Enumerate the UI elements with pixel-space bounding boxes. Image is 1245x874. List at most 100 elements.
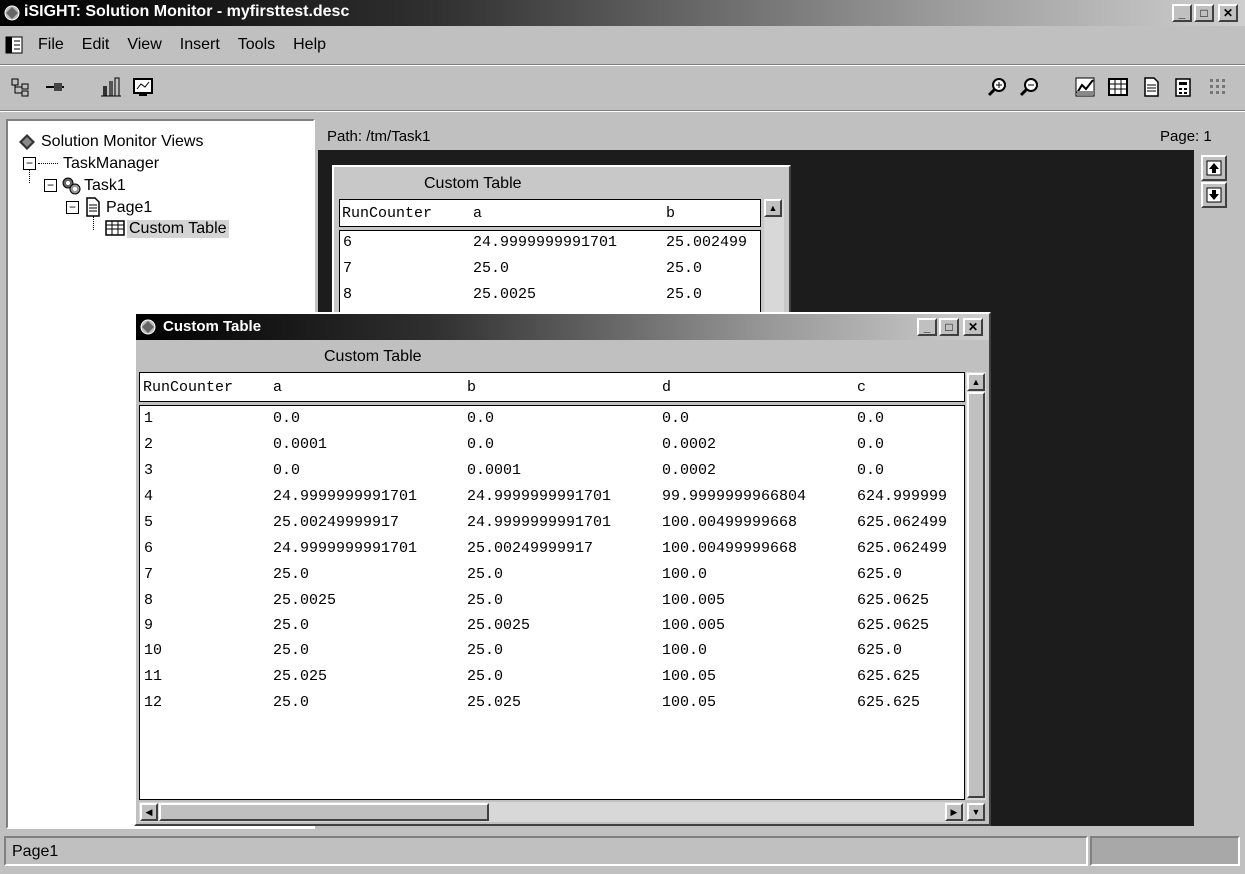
tree-root-label[interactable]: Solution Monitor Views [41, 133, 203, 151]
table-cell: 0.0 [857, 410, 885, 427]
document-icon[interactable] [1140, 76, 1162, 98]
page-up-button[interactable] [1201, 155, 1227, 181]
scroll-up-button[interactable]: ▲ [967, 373, 985, 391]
table-cell: 24.9999999991701 [473, 234, 618, 251]
menu-edit[interactable]: Edit [82, 36, 110, 54]
table-row[interactable]: 1 0.0 0.0 0.0 0.0 [140, 410, 964, 436]
horizontal-scroll-thumb[interactable] [159, 803, 489, 821]
table-row[interactable]: 6 24.9999999991701 25.002499 [340, 234, 760, 260]
taskmanager-expander[interactable]: − [23, 157, 36, 170]
main-title-bar[interactable]: iSIGHT: Solution Monitor - myfirsttest.d… [0, 0, 1245, 26]
tree-view-icon[interactable] [10, 76, 32, 98]
column-header[interactable]: b [666, 205, 675, 222]
chart-page-icon[interactable] [100, 76, 122, 98]
zoom-out-icon[interactable] [1018, 76, 1040, 98]
page1-expander[interactable]: − [66, 201, 79, 214]
table-icon[interactable] [1107, 76, 1129, 98]
page-down-button[interactable] [1201, 182, 1227, 208]
tree-line [29, 170, 30, 183]
table-row[interactable]: 9 25.0 25.0025 100.005 625.0625 [140, 617, 964, 643]
table-row[interactable]: 7 25.0 25.0 100.0 625.0 [140, 566, 964, 592]
column-header[interactable]: d [662, 379, 671, 396]
tree-item-taskmanager[interactable]: TaskManager [63, 155, 159, 173]
task1-expander[interactable]: − [44, 179, 57, 192]
scroll-down-button[interactable]: ▼ [967, 803, 985, 821]
table-cell: 100.05 [662, 668, 717, 685]
minimize-button[interactable]: _ [1172, 4, 1192, 22]
horizontal-scrollbar[interactable]: ◀ ▶ [139, 802, 965, 822]
table-cell: 0.0001 [273, 436, 328, 453]
table-row[interactable]: 6 24.9999999991701 25.00249999917 100.00… [140, 540, 964, 566]
table-cell: 25.0 [467, 668, 504, 685]
close-button[interactable]: ✕ [1218, 4, 1238, 22]
table-row[interactable]: 11 25.025 25.0 100.05 625.625 [140, 668, 964, 694]
monitor-icon[interactable] [132, 76, 154, 98]
table-cell: 2 [144, 436, 154, 453]
custom-table-title-bar[interactable]: Custom Table _ □ ✕ [136, 314, 989, 340]
menu-bar: File Edit View Insert Tools Help [0, 30, 1245, 60]
menu-tools[interactable]: Tools [238, 36, 275, 54]
table-cell: 625.062499 [857, 540, 948, 557]
column-header[interactable]: b [467, 379, 476, 396]
column-header[interactable]: a [273, 379, 282, 396]
grid-dots-icon[interactable] [1207, 76, 1229, 98]
menu-insert[interactable]: Insert [180, 36, 220, 54]
window-app-icon[interactable] [139, 318, 157, 336]
table-row[interactable]: 3 0.0 0.0001 0.0002 0.0 [140, 462, 964, 488]
table-cell: 25.0 [666, 260, 703, 277]
embedded-table-header: RunCounter a b [339, 199, 761, 227]
table-cell: 25.0025 [473, 286, 537, 303]
line-chart-icon[interactable] [1074, 76, 1096, 98]
table-row[interactable]: 12 25.0 25.025 100.05 625.625 [140, 694, 964, 720]
close-button[interactable]: ✕ [963, 318, 983, 336]
document-menu-icon[interactable] [4, 35, 24, 55]
custom-table-window: Custom Table _ □ ✕ Custom Table RunCount… [134, 312, 991, 826]
table-cell: 7 [144, 566, 154, 583]
table-cell: 24.9999999991701 [273, 488, 418, 505]
table-row[interactable]: 8 25.0025 25.0 100.005 625.0625 [140, 592, 964, 618]
table-cell: 625.625 [857, 694, 921, 711]
zoom-in-icon[interactable] [986, 76, 1008, 98]
menu-view[interactable]: View [127, 36, 161, 54]
table-row[interactable]: 8 25.0025 25.0 [340, 286, 760, 312]
tree-item-custom-table[interactable]: Custom Table [127, 220, 229, 238]
app-icon[interactable] [3, 4, 21, 22]
tree-item-page1[interactable]: Page1 [106, 199, 152, 217]
menu-file[interactable]: File [38, 36, 64, 54]
table-row[interactable]: 7 25.0 25.0 [340, 260, 760, 286]
tree-line [93, 216, 94, 230]
column-header[interactable]: RunCounter [342, 205, 432, 222]
minimize-button[interactable]: _ [917, 318, 937, 336]
table-row[interactable]: 5 25.00249999917 24.9999999991701 100.00… [140, 514, 964, 540]
table-row[interactable]: 2 0.0001 0.0 0.0002 0.0 [140, 436, 964, 462]
table-row[interactable]: 4 24.9999999991701 24.9999999991701 99.9… [140, 488, 964, 514]
table-cell: 100.005 [662, 592, 726, 609]
column-header[interactable]: a [473, 205, 482, 222]
table-cell: 25.002499 [666, 234, 748, 251]
table-cell: 625.0625 [857, 592, 930, 609]
table-cell: 1 [144, 410, 154, 427]
scroll-right-button[interactable]: ▶ [945, 803, 963, 821]
maximize-button[interactable]: □ [1194, 4, 1214, 22]
table-node-icon [105, 219, 125, 237]
calculator-icon[interactable] [1172, 76, 1194, 98]
table-cell: 25.0 [273, 642, 310, 659]
embedded-vertical-scrollbar[interactable]: ▲ [764, 199, 784, 319]
table-cell: 0.0001 [467, 462, 522, 479]
maximize-button[interactable]: □ [939, 318, 959, 336]
link-icon[interactable] [44, 76, 66, 98]
column-header[interactable]: c [857, 379, 866, 396]
table-row[interactable]: 10 25.0 25.0 100.0 625.0 [140, 642, 964, 668]
scroll-left-button[interactable]: ◀ [140, 803, 158, 821]
scroll-up-button[interactable]: ▲ [764, 199, 782, 217]
table-cell: 625.0 [857, 642, 903, 659]
table-cell: 8 [144, 592, 154, 609]
table-cell: 5 [144, 514, 154, 531]
vertical-scroll-thumb[interactable] [967, 392, 985, 798]
column-header[interactable]: RunCounter [143, 379, 233, 396]
toolbar-separator [0, 110, 1245, 112]
menu-help[interactable]: Help [293, 36, 326, 54]
table-cell: 25.00249999917 [467, 540, 594, 557]
tree-item-task1[interactable]: Task1 [84, 177, 126, 195]
vertical-scrollbar[interactable]: ▲ [966, 372, 986, 800]
